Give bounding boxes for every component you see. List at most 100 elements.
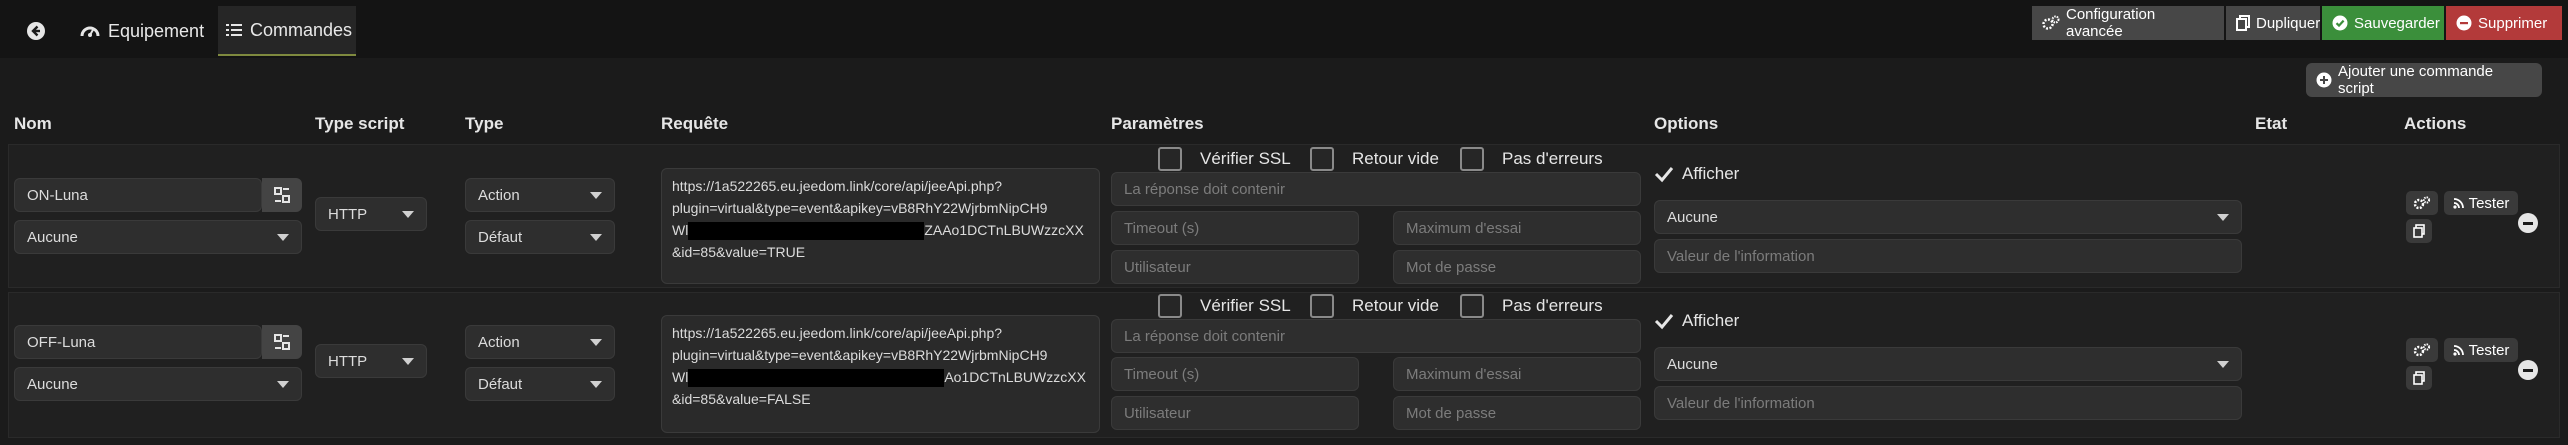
request-textarea[interactable]: https://1a522265.eu.jeedom.link/core/api… [661, 315, 1100, 433]
valeur-information-input[interactable]: Valeur de l'information [1654, 386, 2242, 420]
tester-label: Tester [2468, 194, 2510, 212]
script-type-select[interactable]: HTTP [315, 344, 427, 378]
command-name-input[interactable]: OFF-Luna [14, 325, 262, 359]
rss-icon [2452, 344, 2465, 356]
duplicate-command-button[interactable] [2406, 366, 2432, 390]
checkmark-icon[interactable] [1654, 165, 1674, 183]
utilisateur-input[interactable]: Utilisateur [1111, 396, 1359, 430]
parent-select[interactable]: Aucune [14, 367, 302, 401]
option-select[interactable]: Aucune [1654, 347, 2242, 381]
parent-select-value: Aucune [27, 375, 78, 393]
option-select-value: Aucune [1667, 355, 1718, 373]
tester-button[interactable]: Tester [2444, 338, 2518, 362]
configuration-avancee-button[interactable]: Configuration avancée [2032, 6, 2224, 40]
subtype-select-value: Défaut [478, 375, 523, 393]
minus-circle-icon [2456, 15, 2472, 31]
tester-button[interactable]: Tester [2444, 191, 2518, 215]
add-command-label: Ajouter une commande script [2338, 63, 2494, 97]
mot-de-passe-input[interactable]: Mot de passe [1393, 396, 1641, 430]
subtype-select[interactable]: Défaut [465, 367, 615, 401]
gears-icon [2413, 196, 2431, 210]
remove-command-icon[interactable] [2518, 213, 2538, 233]
advanced-config-button[interactable] [2406, 338, 2438, 362]
pas-erreurs-checkbox[interactable] [1460, 294, 1484, 318]
script-type-select[interactable]: HTTP [315, 197, 427, 231]
plus-circle-icon [2316, 72, 2332, 88]
advanced-config-button[interactable] [2406, 191, 2438, 215]
request-textarea[interactable]: https://1a522265.eu.jeedom.link/core/api… [661, 168, 1100, 284]
verifier-ssl-checkbox[interactable] [1158, 147, 1182, 171]
column-header-type-script: Type script [315, 114, 405, 133]
column-header-nom: Nom [14, 114, 52, 133]
utilisateur-input[interactable]: Utilisateur [1111, 250, 1359, 284]
valeur-information-input[interactable]: Valeur de l'information [1654, 239, 2242, 273]
retour-vide-checkbox[interactable] [1310, 147, 1334, 171]
column-header-type: Type [465, 114, 504, 133]
config-command-button[interactable] [262, 178, 302, 212]
type-select[interactable]: Action [465, 325, 615, 359]
verifier-ssl-checkbox[interactable] [1158, 294, 1182, 318]
dupliquer-button[interactable]: Dupliquer [2226, 6, 2320, 40]
retour-vide-group: Retour vide [1310, 147, 1439, 171]
list-icon [226, 22, 242, 38]
request-line: Wl Ao1DCTnLBUWzzcXX [672, 366, 1089, 388]
type-select[interactable]: Action [465, 178, 615, 212]
dupliquer-label: Dupliquer [2256, 14, 2321, 32]
option-select[interactable]: Aucune [1654, 200, 2242, 234]
sauvegarder-button[interactable]: Sauvegarder [2322, 6, 2444, 40]
reponse-contenir-input[interactable]: La réponse doit contenir [1111, 319, 1641, 353]
afficher-label: Afficher [1682, 164, 1740, 183]
afficher-group: Afficher [1654, 311, 1739, 331]
request-line: &id=85&value=TRUE [672, 244, 806, 260]
configuration-avancee-label: Configuration avancée [2066, 6, 2156, 40]
request-line: https://1a522265.eu.jeedom.link/core/api… [672, 178, 1003, 194]
sauvegarder-label: Sauvegarder [2354, 14, 2440, 32]
redacted-block [688, 222, 925, 241]
pas-erreurs-checkbox[interactable] [1460, 147, 1484, 171]
copy-icon [2413, 224, 2425, 238]
tab-equipement-label: Equipement [108, 20, 205, 41]
tab-equipement[interactable]: Equipement [72, 6, 212, 56]
tab-commandes[interactable]: Commandes [218, 6, 356, 56]
copy-icon [2236, 15, 2250, 31]
retour-vide-label: Retour vide [1352, 149, 1439, 168]
duplicate-command-button[interactable] [2406, 219, 2432, 243]
column-header-parametres: Paramètres [1111, 114, 1204, 133]
checkmark-icon[interactable] [1654, 312, 1674, 330]
config-command-button[interactable] [262, 325, 302, 359]
reponse-contenir-input[interactable]: La réponse doit contenir [1111, 172, 1641, 206]
max-essai-input[interactable]: Maximum d'essai [1393, 357, 1641, 391]
timeout-input[interactable]: Timeout (s) [1111, 357, 1359, 391]
column-header-options: Options [1654, 114, 1719, 133]
retour-vide-label: Retour vide [1352, 296, 1439, 315]
ssl-checkbox-group: Vérifier SSL [1158, 294, 1291, 318]
timeout-input[interactable]: Timeout (s) [1111, 211, 1359, 245]
add-command-button[interactable]: Ajouter une commande script [2306, 63, 2542, 97]
remove-command-icon[interactable] [2518, 360, 2538, 380]
pas-erreurs-label: Pas d'erreurs [1502, 296, 1603, 315]
subtype-select[interactable]: Défaut [465, 220, 615, 254]
pas-erreurs-label: Pas d'erreurs [1502, 149, 1603, 168]
type-select-value: Action [478, 333, 520, 351]
retour-vide-group: Retour vide [1310, 294, 1439, 318]
command-name-input[interactable]: ON-Luna [14, 178, 262, 212]
verifier-ssl-label: Vérifier SSL [1200, 296, 1291, 315]
copy-icon [2413, 371, 2425, 385]
column-header-requete: Requête [661, 114, 729, 133]
request-line: &id=85&value=FALSE [672, 391, 811, 407]
subtype-select-value: Défaut [478, 228, 523, 246]
cog-icon [274, 187, 290, 203]
tab-commandes-label: Commandes [250, 19, 353, 40]
max-essai-input[interactable]: Maximum d'essai [1393, 211, 1641, 245]
pas-erreurs-group: Pas d'erreurs [1460, 294, 1603, 318]
script-type-select-value: HTTP [328, 352, 368, 370]
column-header-actions: Actions [2404, 114, 2467, 133]
parent-select[interactable]: Aucune [14, 220, 302, 254]
retour-vide-checkbox[interactable] [1310, 294, 1334, 318]
pas-erreurs-group: Pas d'erreurs [1460, 147, 1603, 171]
supprimer-button[interactable]: Supprimer [2446, 6, 2562, 40]
afficher-group: Afficher [1654, 164, 1739, 184]
back-button[interactable] [10, 6, 62, 56]
column-header-etat: Etat [2255, 114, 2288, 133]
mot-de-passe-input[interactable]: Mot de passe [1393, 250, 1641, 284]
